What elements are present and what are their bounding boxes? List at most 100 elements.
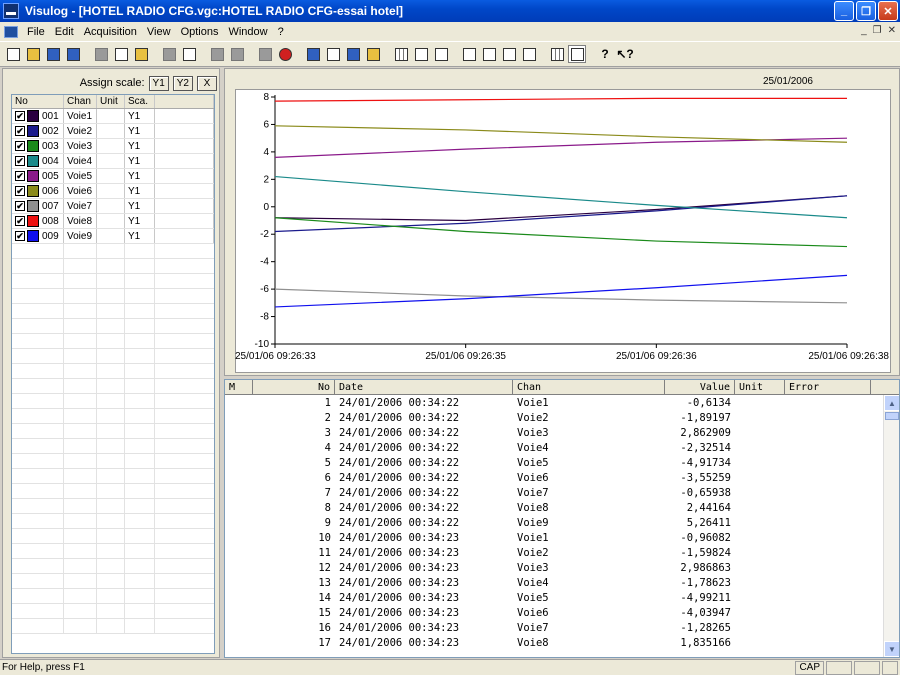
channel-checkbox[interactable]: ✔ (15, 111, 25, 121)
channel-list[interactable]: No Chan Unit Sca. ✔ 001 Voie1 Y1 ✔ 002 Voie2 Y1… (11, 94, 215, 654)
scroll-thumb[interactable] (885, 412, 899, 420)
series-line-2[interactable] (274, 195, 848, 233)
channel-color-swatch[interactable] (27, 200, 39, 212)
table-row[interactable]: 12 24/01/2006 00:34:23 Voie3 2,986863 (225, 560, 883, 575)
table-icon[interactable] (548, 45, 566, 63)
series-line-8[interactable] (274, 97, 847, 102)
table-row[interactable]: 11 24/01/2006 00:34:23 Voie2 -1,59824 (225, 545, 883, 560)
assign-y2-button[interactable]: Y2 (172, 75, 193, 91)
maximize-button[interactable]: ❐ (856, 1, 876, 21)
channel-row[interactable]: ✔ 002 Voie2 Y1 (12, 124, 214, 139)
zoom-icon[interactable] (412, 45, 430, 63)
resize-grip[interactable] (882, 660, 898, 675)
line-chart[interactable]: 8 6 4 2 0 -2 -4 -6 -8 -1025/01/06 09:26:33 25/01/0… (225, 69, 900, 377)
series-line-5[interactable] (274, 137, 848, 158)
col-m[interactable]: M (225, 380, 253, 394)
connect-icon[interactable] (208, 45, 226, 63)
menu-edit[interactable]: Edit (50, 26, 79, 38)
mdi-close-button[interactable]: ✕ (888, 25, 896, 36)
close-button[interactable]: ✕ (878, 1, 898, 21)
help-icon[interactable]: ? (596, 45, 614, 63)
col-unit[interactable]: Unit (735, 380, 785, 394)
mdi-restore-button[interactable]: ❐ (873, 25, 882, 36)
series-line-7[interactable] (274, 288, 848, 304)
layout-2-icon[interactable] (480, 45, 498, 63)
channel-color-swatch[interactable] (27, 140, 39, 152)
layout-3-icon[interactable] (500, 45, 518, 63)
settings-icon[interactable] (256, 45, 274, 63)
save-icon[interactable] (44, 45, 62, 63)
acquisition-icon[interactable] (304, 45, 322, 63)
channel-color-swatch[interactable] (27, 110, 39, 122)
channel-row[interactable]: ✔ 005 Voie5 Y1 (12, 169, 214, 184)
assign-x-button[interactable]: X (197, 75, 217, 91)
document-icon[interactable] (4, 25, 18, 38)
channel-color-swatch[interactable] (27, 170, 39, 182)
mdi-minimize-button[interactable]: _ (861, 25, 867, 36)
table-row[interactable]: 8 24/01/2006 00:34:22 Voie8 2,44164 (225, 500, 883, 515)
col-no[interactable]: No (253, 380, 335, 394)
table-row[interactable]: 7 24/01/2006 00:34:22 Voie7 -0,65938 (225, 485, 883, 500)
menu-window[interactable]: Window (223, 26, 272, 38)
save-as-icon[interactable] (64, 45, 82, 63)
col-chan[interactable]: Chan (513, 380, 665, 394)
chart-icon[interactable] (364, 45, 382, 63)
col-sca[interactable]: Sca. (125, 95, 155, 108)
cut-icon[interactable] (92, 45, 110, 63)
channel-color-swatch[interactable] (27, 185, 39, 197)
table-row[interactable]: 2 24/01/2006 00:34:22 Voie2 -1,89197 (225, 410, 883, 425)
channel-checkbox[interactable]: ✔ (15, 156, 25, 166)
channel-checkbox[interactable]: ✔ (15, 171, 25, 181)
grid-icon[interactable] (392, 45, 410, 63)
series-line-3[interactable] (274, 217, 848, 248)
channel-checkbox[interactable]: ✔ (15, 216, 25, 226)
menu-view[interactable]: View (142, 26, 176, 38)
table-row[interactable]: 1 24/01/2006 00:34:22 Voie1 -0,6134 (225, 395, 883, 410)
table-row[interactable]: 4 24/01/2006 00:34:22 Voie4 -2,32514 (225, 440, 883, 455)
open-folder-icon[interactable] (24, 45, 42, 63)
channel-color-swatch[interactable] (27, 155, 39, 167)
menu-file[interactable]: File (22, 26, 50, 38)
layout-4-icon[interactable] (520, 45, 538, 63)
table-scrollbar[interactable]: ▲ ▼ (883, 395, 899, 657)
col-error[interactable]: Error (785, 380, 871, 394)
data-table[interactable]: M No Date Chan Value Unit Error 1 24/01/2… (224, 379, 900, 658)
channel-checkbox[interactable]: ✔ (15, 141, 25, 151)
paste-icon[interactable] (132, 45, 150, 63)
table-row[interactable]: 6 24/01/2006 00:34:22 Voie6 -3,55259 (225, 470, 883, 485)
channel-row[interactable]: ✔ 003 Voie3 Y1 (12, 139, 214, 154)
menu-options[interactable]: Options (176, 26, 224, 38)
channel-row[interactable]: ✔ 006 Voie6 Y1 (12, 184, 214, 199)
channel-row[interactable]: ✔ 007 Voie7 Y1 (12, 199, 214, 214)
col-date[interactable]: Date (335, 380, 513, 394)
scroll-down-icon[interactable]: ▼ (884, 641, 899, 657)
series-line-4[interactable] (274, 175, 848, 219)
channel-checkbox[interactable]: ✔ (15, 201, 25, 211)
channel-row[interactable]: ✔ 004 Voie4 Y1 (12, 154, 214, 169)
series-line-6[interactable] (274, 125, 848, 143)
table-row[interactable]: 10 24/01/2006 00:34:23 Voie1 -0,96082 (225, 530, 883, 545)
table-row[interactable]: 5 24/01/2006 00:34:22 Voie5 -4,91734 (225, 455, 883, 470)
channel-checkbox[interactable]: ✔ (15, 126, 25, 136)
copy-icon[interactable] (112, 45, 130, 63)
assign-y1-button[interactable]: Y1 (148, 75, 169, 91)
disconnect-icon[interactable] (228, 45, 246, 63)
minimize-button[interactable]: _ (834, 1, 854, 21)
channel-checkbox[interactable]: ✔ (15, 231, 25, 241)
col-chan[interactable]: Chan (64, 95, 97, 108)
channel-checkbox[interactable]: ✔ (15, 186, 25, 196)
channel-row[interactable]: ✔ 001 Voie1 Y1 (12, 109, 214, 124)
scroll-up-icon[interactable]: ▲ (884, 395, 899, 411)
context-help-icon[interactable]: ↖? (616, 45, 634, 63)
table-row[interactable]: 16 24/01/2006 00:34:23 Voie7 -1,28265 (225, 620, 883, 635)
table-row[interactable]: 15 24/01/2006 00:34:23 Voie6 -4,03947 (225, 605, 883, 620)
export-icon[interactable] (344, 45, 362, 63)
col-value[interactable]: Value (665, 380, 735, 394)
table-row[interactable]: 9 24/01/2006 00:34:22 Voie9 5,26411 (225, 515, 883, 530)
menu-acquisition[interactable]: Acquisition (79, 26, 142, 38)
table-row[interactable]: 17 24/01/2006 00:34:23 Voie8 1,835166 (225, 635, 883, 650)
col-no[interactable]: No (12, 95, 64, 108)
stop-icon[interactable] (276, 45, 294, 63)
table-row[interactable]: 13 24/01/2006 00:34:23 Voie4 -1,78623 (225, 575, 883, 590)
menu-help[interactable]: ? (273, 26, 289, 38)
